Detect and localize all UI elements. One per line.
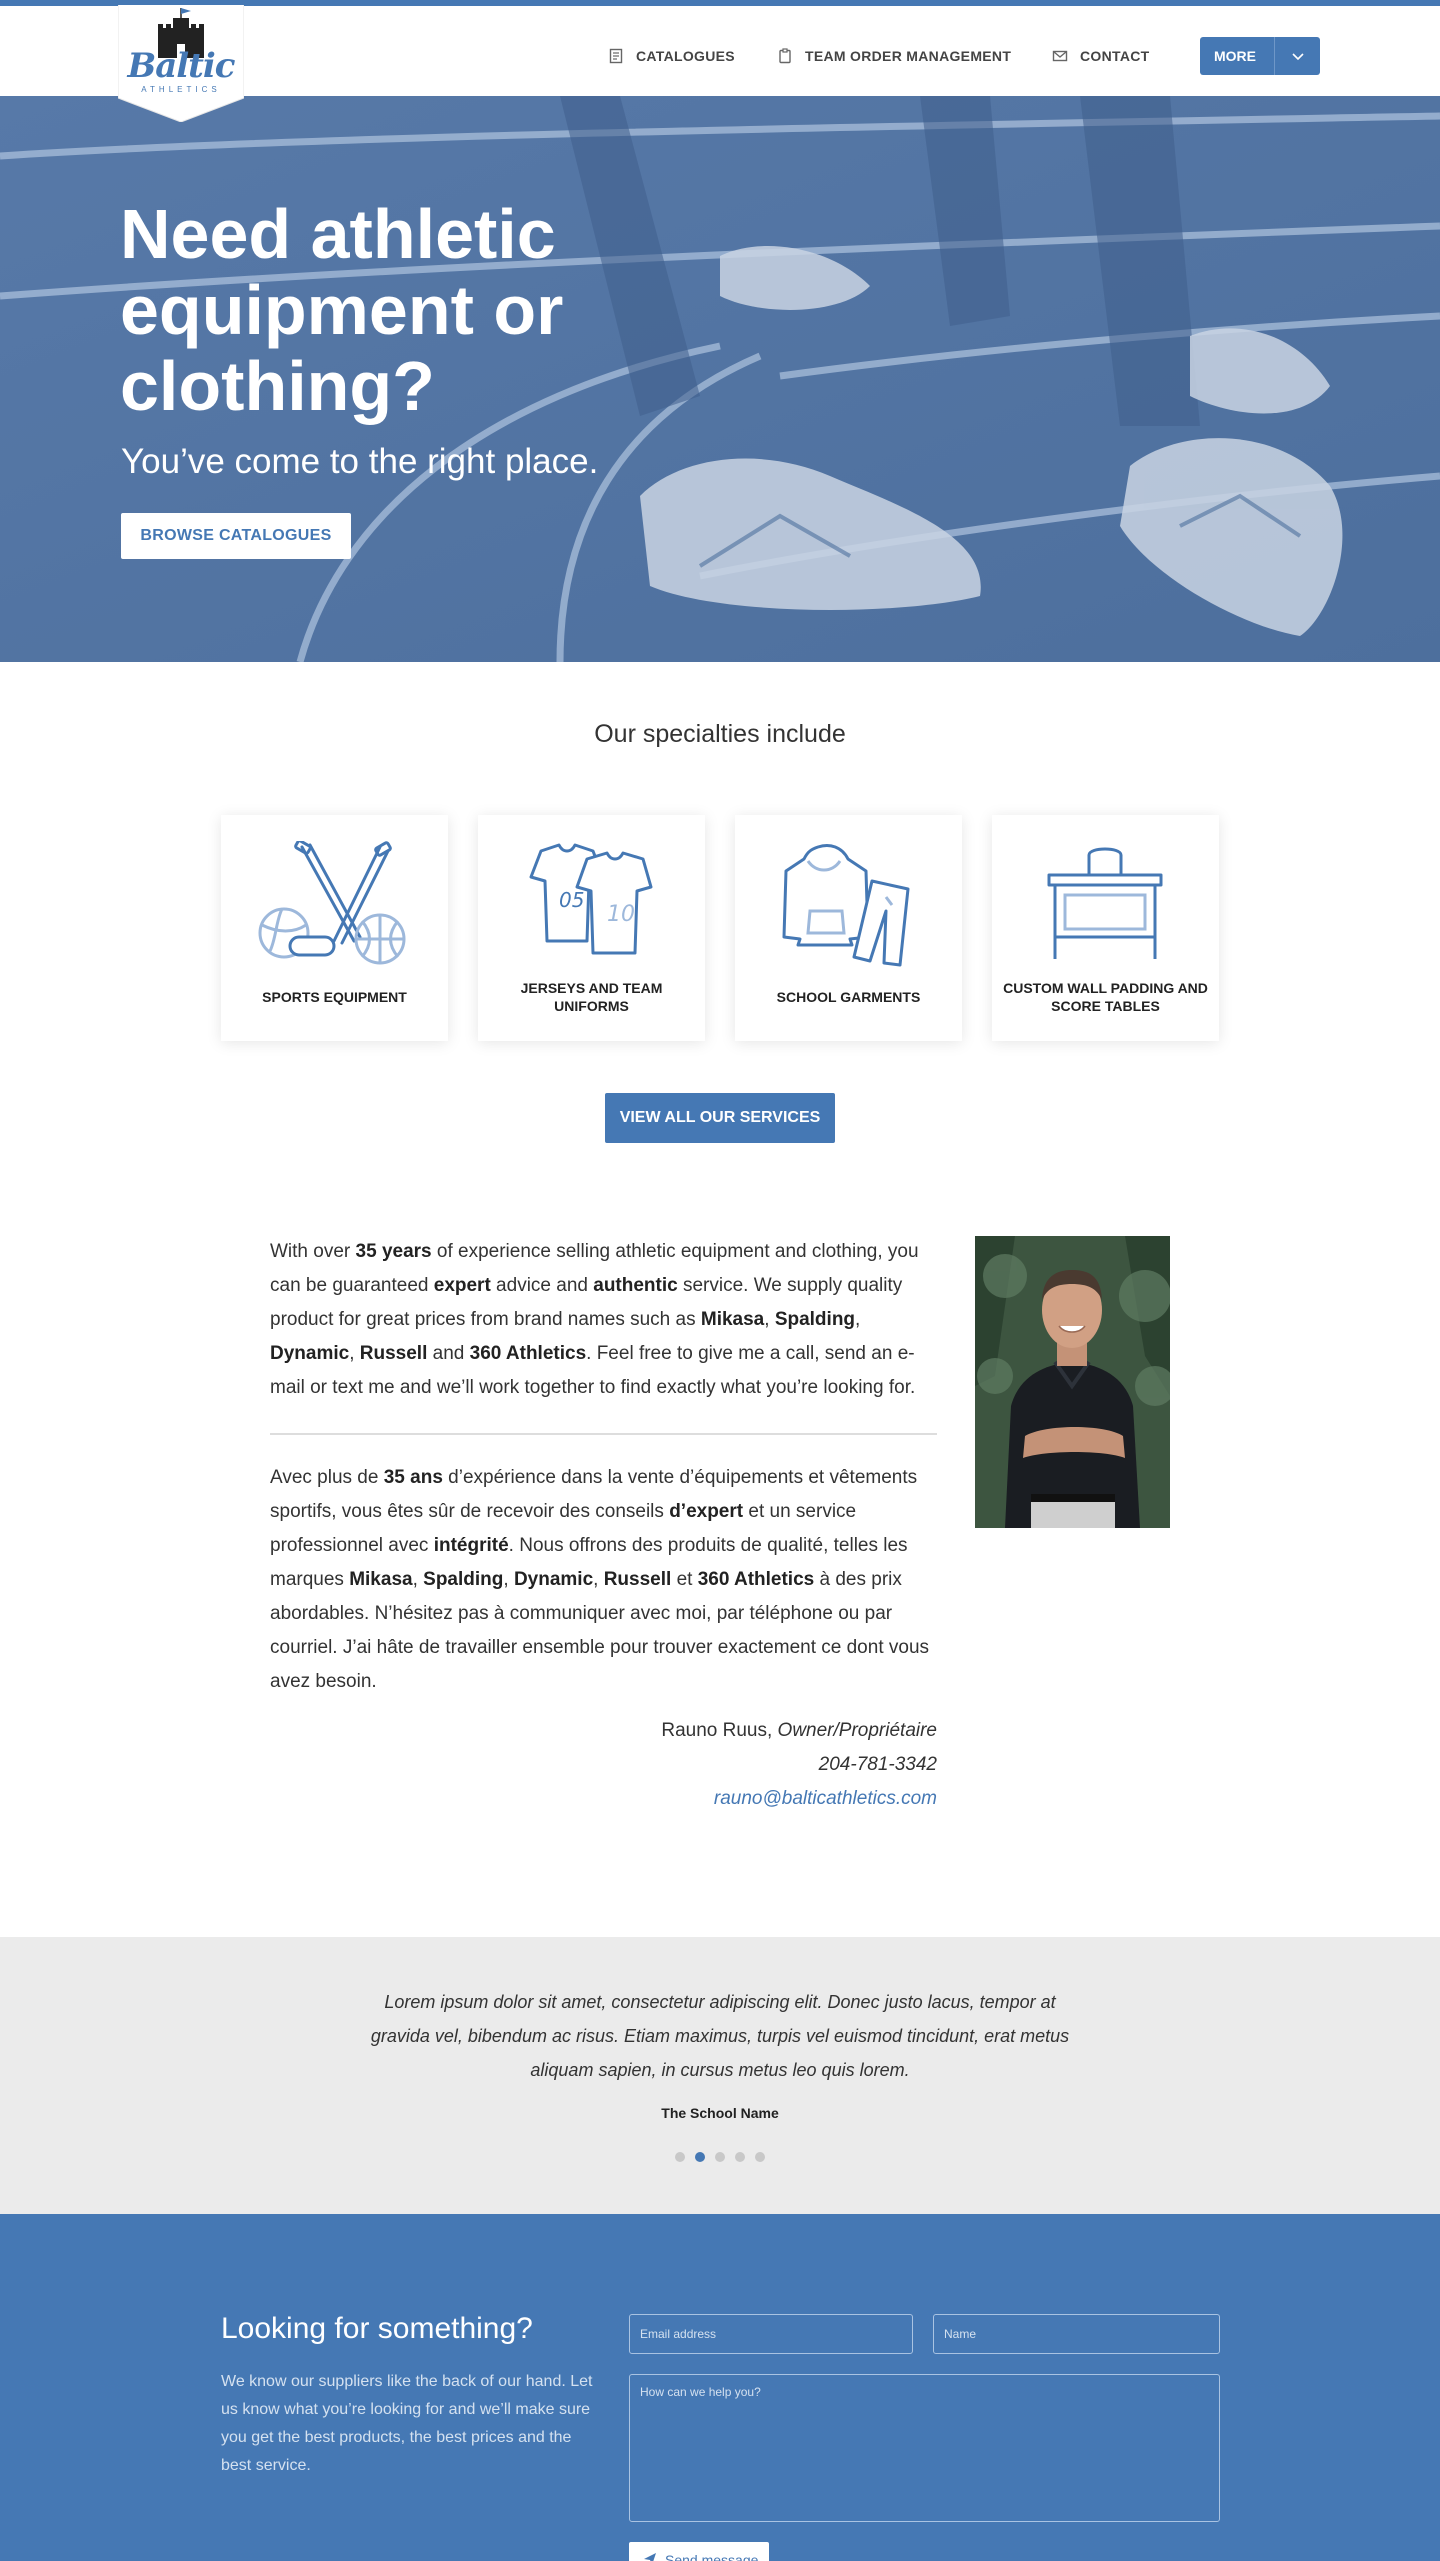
hero-subtitle: You’ve come to the right place. [121, 442, 599, 481]
specialties-heading: Our specialties include [594, 720, 846, 748]
specialty-card-wall-padding[interactable]: CUSTOM WALL PADDING AND SCORE TABLES [992, 815, 1219, 1041]
carousel-dot[interactable] [675, 2152, 685, 2162]
sports-equipment-icon [254, 841, 414, 971]
more-menu-button[interactable]: MORE [1200, 37, 1320, 75]
carousel-dots [0, 2152, 1440, 2162]
specialty-label: SPORTS EQUIPMENT [262, 989, 407, 1005]
browse-catalogues-button[interactable]: BROWSE CATALOGUES [121, 513, 351, 559]
specialty-card-school-garments[interactable]: SCHOOL GARMENTS [735, 815, 962, 1041]
view-all-services-button[interactable]: VIEW ALL OUR SERVICES [605, 1093, 835, 1143]
carousel-dot[interactable] [695, 2152, 705, 2162]
paper-plane-icon [643, 2552, 657, 2561]
logo-wordmark: Baltic [127, 46, 235, 86]
owner-phone: 204-781-3342 [818, 1754, 937, 1775]
nav-contact[interactable]: CONTACT [1052, 42, 1150, 70]
specialty-label: SCHOOL GARMENTS [776, 989, 921, 1005]
specialty-label: JERSEYS AND TEAM UNIFORMS [520, 980, 663, 1014]
contact-section: Looking for something? We know our suppl… [0, 2214, 1440, 2561]
about-divider [270, 1433, 937, 1435]
nav-contact-label: CONTACT [1080, 48, 1150, 64]
more-label: MORE [1214, 48, 1256, 64]
owner-name: Rauno Ruus, [661, 1720, 778, 1741]
owner-signature: Rauno Ruus, Owner/Propriétaire 204-781-3… [270, 1714, 937, 1816]
email-field[interactable] [629, 2314, 913, 2354]
site-logo[interactable]: Baltic ATHLETICS [118, 0, 244, 122]
hero-title: Need athletic equipment or clothing? [120, 195, 564, 425]
about-text-french: Avec plus de 35 ans d’expérience dans la… [270, 1467, 930, 1692]
clipboard-icon [777, 48, 793, 64]
about-text-english: With over 35 years of experience selling… [270, 1241, 919, 1398]
score-table-icon [1025, 841, 1185, 971]
hero-banner: Need athletic equipment or clothing? You… [0, 96, 1440, 662]
catalogue-icon [608, 48, 624, 64]
envelope-icon [1052, 48, 1068, 64]
nav-team-label: TEAM ORDER MANAGEMENT [805, 48, 1012, 64]
owner-name-line: Rauno Ruus, Owner/Propriétaire [270, 1714, 937, 1748]
testimonial-author: The School Name [661, 2105, 779, 2121]
carousel-dot[interactable] [755, 2152, 765, 2162]
nav-catalogues-label: CATALOGUES [636, 48, 735, 64]
message-field[interactable] [629, 2374, 1220, 2522]
carousel-dot[interactable] [715, 2152, 725, 2162]
name-field[interactable] [933, 2314, 1220, 2354]
carousel-dot[interactable] [735, 2152, 745, 2162]
specialty-label: CUSTOM WALL PADDING AND SCORE TABLES [1003, 980, 1208, 1014]
testimonial-section: Lorem ipsum dolor sit amet, consectetur … [0, 1937, 1440, 2214]
jersey-icon: 05 10 [511, 841, 671, 971]
testimonial-quote: Lorem ipsum dolor sit amet, consectetur … [370, 1992, 1070, 2080]
specialty-card-sports-equipment[interactable]: SPORTS EQUIPMENT [221, 815, 448, 1041]
specialty-card-jerseys[interactable]: 05 10 JERSEYS AND TEAM UNIFORMS [478, 815, 705, 1041]
logo-subtitle: ATHLETICS [141, 85, 221, 94]
send-message-label: Send message [665, 2552, 759, 2561]
contact-description: We know our suppliers like the back of o… [221, 2373, 593, 2474]
owner-role: Owner/Propriétaire [777, 1720, 937, 1741]
send-message-button[interactable]: Send message [629, 2542, 769, 2561]
contact-title: Looking for something? [221, 2312, 533, 2345]
owner-portrait-photo [975, 1236, 1170, 1528]
chevron-down-icon [1275, 51, 1320, 61]
svg-text:05: 05 [559, 888, 584, 912]
svg-text:10: 10 [607, 902, 635, 927]
hoodie-pants-icon [768, 841, 928, 971]
owner-email-link[interactable]: rauno@balticathletics.com [270, 1782, 937, 1816]
nav-catalogues[interactable]: CATALOGUES [608, 42, 735, 70]
nav-team-order-management[interactable]: TEAM ORDER MANAGEMENT [777, 42, 1011, 70]
